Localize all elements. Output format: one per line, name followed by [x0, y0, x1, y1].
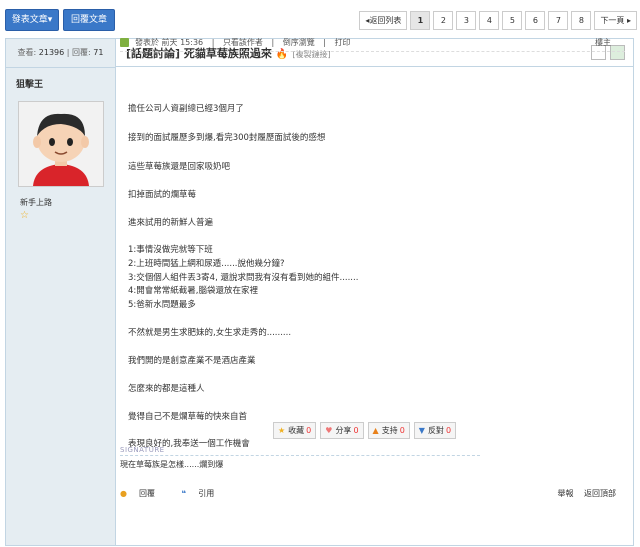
- page-4[interactable]: 4: [479, 11, 500, 30]
- oppose-count: 0: [445, 426, 452, 435]
- avatar-cartoon-boy-icon: [19, 102, 103, 186]
- speech-bubble-icon: ●: [120, 489, 127, 498]
- support-button[interactable]: ▲ 支持 0: [367, 422, 410, 439]
- page-5[interactable]: 5: [502, 11, 523, 30]
- back-to-list-button[interactable]: ◂返回列表: [359, 11, 408, 30]
- oppose-button[interactable]: ▼ 反對 0: [413, 422, 457, 439]
- favorite-button[interactable]: ★ 收藏 0: [273, 422, 317, 439]
- content-line: 不然就是男生求肥妹的,女生求走秀的.........: [128, 328, 292, 338]
- content-line: 進來試用的新鮮人普遍: [128, 218, 214, 228]
- star-icon: ★: [278, 426, 286, 435]
- replies-label: 回覆:: [72, 48, 91, 57]
- content-line: 怎麼來的都是這種人: [128, 384, 205, 394]
- quote-icon: ❝: [181, 489, 187, 498]
- heart-icon: ♥: [325, 426, 333, 435]
- page-3[interactable]: 3: [456, 11, 477, 30]
- print-link[interactable]: 打印: [335, 38, 351, 47]
- share-label: 分享: [335, 426, 352, 435]
- thumb-up-icon: ▲: [372, 426, 379, 435]
- online-status-icon: [120, 38, 129, 47]
- post-actions: ★ 收藏 0 ♥ 分享 0 ▲ 支持 0 ▼ 反對 0: [273, 422, 460, 439]
- content-line: 這些草莓族還是回家吸奶吧: [128, 162, 231, 172]
- page-2[interactable]: 2: [433, 11, 454, 30]
- page-8[interactable]: 8: [571, 11, 592, 30]
- avatar[interactable]: [18, 101, 104, 187]
- content-line: 擔任公司人資副總已經3個月了: [128, 104, 244, 114]
- favorite-count: 0: [306, 426, 312, 435]
- author-sidebar: 查看: 21396 | 回覆: 71 狙擊王 新手上路 ☆: [6, 39, 116, 545]
- pagination: ◂返回列表 1 2 3 4 5 6 7 8 下一頁 ▸: [356, 11, 637, 30]
- post-thread-button[interactable]: 發表文章▾: [5, 9, 59, 31]
- page-7[interactable]: 7: [548, 11, 569, 30]
- reply-thread-button[interactable]: 回覆文章: [63, 9, 115, 31]
- next-page-button[interactable]: 下一頁 ▸: [594, 11, 637, 30]
- share-button[interactable]: ♥ 分享 0: [320, 422, 364, 439]
- report-link[interactable]: 舉報: [557, 489, 573, 498]
- content-line: 1:事情沒做完就等下班: [128, 245, 213, 255]
- views-label: 查看:: [17, 48, 37, 57]
- thumb-down-icon: ▼: [418, 426, 425, 435]
- quote-link[interactable]: ❝ 引用: [182, 489, 227, 498]
- floor-label: 樓主: [595, 38, 611, 47]
- reverse-order-link[interactable]: 倒序瀏覽: [283, 38, 315, 47]
- only-author-link[interactable]: 只看該作者: [223, 38, 263, 47]
- quote-label: 引用: [198, 489, 215, 498]
- signature-divider: [120, 455, 480, 456]
- content-line: 5:爸新水問題最多: [128, 300, 196, 310]
- user-group[interactable]: 新手上路: [20, 197, 52, 208]
- reply-label: 回覆: [138, 489, 155, 498]
- support-label: 支持: [381, 426, 398, 435]
- post-footer: ● 回覆 ❝ 引用 舉報 返回頂部: [120, 488, 620, 502]
- share-count: 0: [353, 426, 359, 435]
- content-line: 接到的面試履歷多到爆,看完300封履歷面試後的感想: [128, 133, 326, 143]
- back-to-top-link[interactable]: 返回頂部: [584, 489, 616, 498]
- author-name[interactable]: 狙擊王: [16, 77, 43, 90]
- reply-link[interactable]: ● 回覆: [120, 489, 167, 498]
- page-6[interactable]: 6: [525, 11, 546, 30]
- replies-count: 71: [93, 48, 104, 57]
- content-line: 4:開會常常紙截暑,腦袋還放在家裡: [128, 286, 258, 296]
- signature-label: SIGNATURE: [120, 446, 165, 454]
- post-time: 發表於 前天 15:36: [135, 38, 204, 47]
- thread-stats: 查看: 21396 | 回覆: 71: [6, 39, 115, 68]
- top-toolbar: 發表文章▾ 回覆文章 ◂返回列表 1 2 3 4 5 6 7 8 下一頁 ▸: [0, 0, 640, 38]
- content-line: 我們開的是創意產業不是酒店產業: [128, 356, 256, 366]
- content-line: 覺得自己不是爛草莓的快來自首: [128, 412, 248, 422]
- favorite-label: 收藏: [288, 426, 305, 435]
- page-1[interactable]: 1: [410, 11, 431, 30]
- views-count: 21396: [38, 48, 65, 57]
- content-line: 2:上班時間猛上網和尿遁......說他幾分鐘?: [128, 259, 285, 269]
- post-meta: 發表於 前天 15:36 | 只看該作者 | 倒序瀏覽 | 打印 樓主: [120, 37, 625, 52]
- post-container: 查看: 21396 | 回覆: 71 狙擊王 新手上路 ☆ [話題討論] 死貓草…: [5, 38, 634, 546]
- content-line: 3:交個個人組件丟3寄4, 還說求問我有沒有看到她的組件.......: [128, 273, 359, 283]
- oppose-label: 反對: [427, 426, 444, 435]
- content-line: 扣掉面試的爛草莓: [128, 190, 197, 200]
- rank-star-icon: ☆: [20, 210, 29, 221]
- signature-text: 現在草莓族是怎樣......爛到爆: [120, 460, 224, 469]
- support-count: 0: [399, 426, 405, 435]
